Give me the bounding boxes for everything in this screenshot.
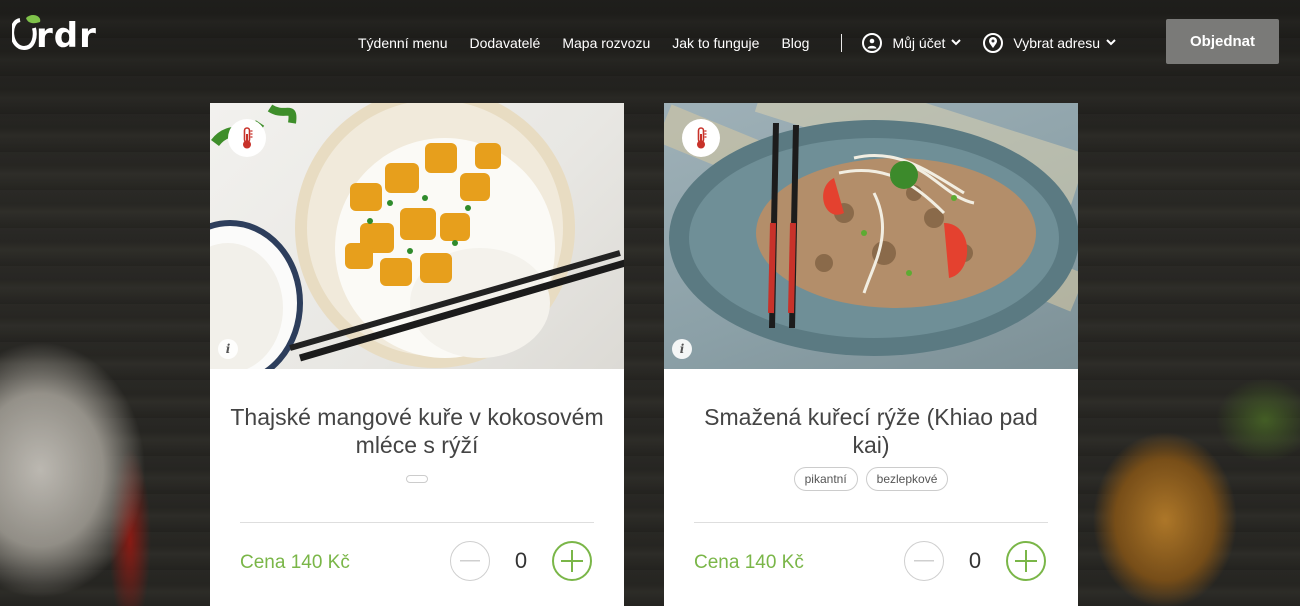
nav-blog[interactable]: Blog — [781, 35, 809, 51]
empty-tag — [406, 475, 428, 483]
plus-icon — [1015, 550, 1037, 572]
meal-price: Cena 140 Kč — [694, 552, 804, 573]
location-pin-icon — [983, 33, 1004, 53]
nav-weekly-menu[interactable]: Týdenní menu — [358, 35, 448, 51]
address-label: Vybrat adresu — [1013, 35, 1101, 51]
meal-title: Smažená kuřecí rýže (Khiao pad kai) — [704, 404, 1038, 458]
main-nav: Týdenní menu Dodavatelé Mapa rozvozu Jak… — [358, 33, 1138, 53]
chevron-down-icon — [951, 37, 962, 49]
tag-spicy: pikantní — [793, 467, 858, 491]
meal-tags — [210, 467, 624, 483]
background-image — [0, 0, 1300, 606]
ordr-logo-mark: rdr — [10, 15, 97, 56]
info-icon[interactable]: i — [218, 339, 238, 359]
meal-card: i Thajské mangové kuře v kokosovém mléce… — [210, 103, 624, 606]
info-icon[interactable]: i — [672, 339, 692, 359]
user-icon — [862, 33, 883, 53]
quantity-stepper: 0 — [904, 541, 1046, 581]
quantity-value: 0 — [968, 548, 982, 573]
decrease-button[interactable] — [450, 541, 490, 581]
ordr-logo[interactable]: rdr — [10, 14, 100, 64]
svg-text:rdr: rdr — [36, 16, 97, 54]
nav-how-it-works[interactable]: Jak to funguje — [672, 35, 759, 51]
chevron-down-icon — [1106, 37, 1116, 49]
meal-title: Thajské mangové kuře v kokosovém mléce s… — [230, 404, 604, 458]
site-header: rdr Týdenní menu Dodavatelé Mapa rozvozu… — [0, 0, 1300, 86]
account-menu[interactable]: Můj účet — [862, 33, 962, 53]
divider — [694, 522, 1048, 523]
meal-photo[interactable]: i — [210, 103, 624, 369]
nav-delivery-map[interactable]: Mapa rozvozu — [562, 35, 650, 51]
meal-tags: pikantní bezlepkové — [664, 467, 1078, 491]
quantity-value: 0 — [514, 548, 528, 573]
meal-photo-illustration — [210, 103, 624, 369]
minus-icon — [460, 560, 480, 562]
increase-button[interactable] — [1006, 541, 1046, 581]
meal-photo[interactable]: i — [664, 103, 1078, 369]
plus-icon — [561, 550, 583, 572]
thermometer-icon[interactable] — [682, 119, 720, 157]
decrease-button[interactable] — [904, 541, 944, 581]
meal-photo-illustration — [664, 103, 1078, 356]
increase-button[interactable] — [552, 541, 592, 581]
thermometer-icon[interactable] — [228, 119, 266, 157]
address-menu[interactable]: Vybrat adresu — [983, 33, 1116, 53]
meal-card: i Smažená kuřecí rýže (Khiao pad kai) pi… — [664, 103, 1078, 606]
minus-icon — [914, 560, 934, 562]
meal-price: Cena 140 Kč — [240, 552, 350, 573]
quantity-stepper: 0 — [450, 541, 592, 581]
divider — [240, 522, 594, 523]
nav-divider — [841, 34, 843, 52]
tag-gluten-free: bezlepkové — [865, 467, 949, 491]
order-button[interactable]: Objednat — [1166, 19, 1279, 64]
account-label: Můj účet — [892, 35, 946, 51]
nav-suppliers[interactable]: Dodavatelé — [470, 35, 541, 51]
